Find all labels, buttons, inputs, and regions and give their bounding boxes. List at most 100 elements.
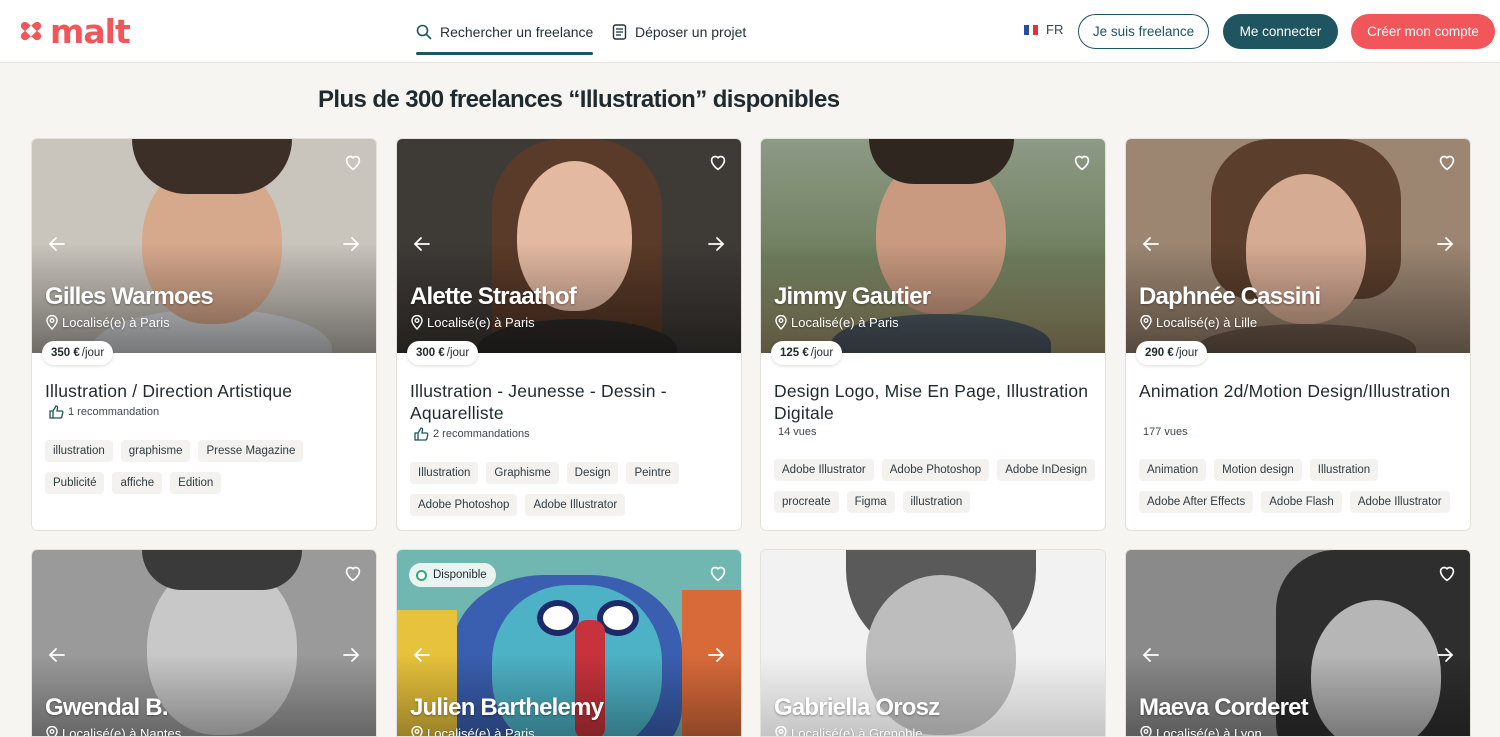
skill-tag[interactable]: Edition [170, 472, 222, 494]
skill-tag[interactable]: Adobe Illustrator [774, 459, 874, 481]
skill-tags: Illustration Graphisme Design Peintre Ad… [410, 462, 732, 516]
badge-text: Disponible [433, 569, 487, 581]
location-pin-icon [46, 315, 58, 330]
language-code: FR [1046, 22, 1064, 37]
freelancer-card[interactable]: Alette Straathof Localisé(e) à Paris 300… [396, 138, 742, 531]
location-pin-icon [775, 726, 787, 736]
skill-tag[interactable]: procreate [774, 491, 839, 513]
meta-text: 14 vues [778, 426, 817, 438]
profile-views: 14 vues [778, 426, 817, 438]
freelancer-card[interactable]: Disponible Julien Barthelemy Localisé(e)… [396, 549, 742, 737]
skill-tag[interactable]: Adobe Illustrator [525, 494, 626, 516]
skill-tag[interactable]: Design [566, 462, 619, 484]
freelancer-card[interactable]: Gilles Warmoes Localisé(e) à Paris 350 €… [31, 138, 377, 531]
thumbs-up-icon [49, 405, 64, 419]
arrow-left-icon[interactable] [413, 646, 431, 664]
arrow-left-icon[interactable] [48, 646, 66, 664]
heart-icon[interactable] [1436, 562, 1458, 584]
location-text: Localisé(e) à Paris [791, 315, 899, 330]
location-pin-icon [411, 315, 423, 330]
arrow-right-icon[interactable] [342, 646, 360, 664]
price-unit: /jour [810, 347, 834, 359]
meta-text: 2 recommandations [433, 428, 530, 440]
heart-icon[interactable] [707, 562, 729, 584]
skill-tag[interactable]: Animation [1139, 459, 1207, 481]
heart-icon[interactable] [707, 151, 729, 173]
arrow-right-icon[interactable] [707, 646, 725, 664]
arrow-left-icon[interactable] [413, 235, 431, 253]
skill-tag[interactable]: graphisme [120, 440, 191, 462]
skill-tag[interactable]: Adobe Flash [1261, 491, 1342, 513]
page-title: Plus de 300 freelances “Illustration” di… [318, 86, 840, 113]
arrow-right-icon[interactable] [342, 235, 360, 253]
meta-text: 177 vues [1143, 426, 1188, 438]
price-value: 125 € [780, 347, 809, 359]
skill-tag[interactable]: affiche [112, 472, 163, 494]
location-text: Localisé(e) à Grenoble [791, 726, 923, 737]
skill-tag[interactable]: Adobe InDesign [997, 459, 1096, 481]
skill-tag[interactable]: Adobe Photoshop [881, 459, 990, 481]
heart-icon[interactable] [1071, 151, 1093, 173]
skill-tag[interactable]: Presse Magazine [198, 440, 304, 462]
freelancer-card[interactable]: Gwendal B. Localisé(e) à Nantes [31, 549, 377, 737]
freelancer-headline: Illustration / Direction Artistique [45, 381, 293, 401]
heart-icon[interactable] [342, 151, 364, 173]
location-text: Localisé(e) à Paris [427, 315, 535, 330]
available-dot-icon [416, 569, 427, 581]
freelancer-card[interactable]: Maeva Corderet Localisé(e) à Lyon [1125, 549, 1471, 737]
location-text: Localisé(e) à Paris [62, 315, 170, 330]
freelancer-name: Gwendal B. [45, 694, 169, 721]
i-am-freelance-button[interactable]: Je suis freelance [1078, 14, 1209, 49]
freelancer-card[interactable]: Daphnée Cassini Localisé(e) à Lille 290 … [1125, 138, 1471, 531]
arrow-left-icon[interactable] [1142, 235, 1160, 253]
skill-tag[interactable]: illustration [45, 440, 113, 462]
skill-tag[interactable]: Graphisme [486, 462, 559, 484]
skill-tag[interactable]: illustration [902, 491, 971, 513]
freelancer-card[interactable]: Jimmy Gautier Localisé(e) à Paris 125 € /… [760, 138, 1106, 531]
skill-tag[interactable]: Adobe Illustrator [1349, 491, 1450, 513]
freelancer-name: Gilles Warmoes [45, 283, 214, 310]
skill-tag[interactable]: Illustration [1309, 459, 1379, 481]
location-text: Localisé(e) à Lille [1156, 315, 1258, 330]
location-pin-icon [46, 726, 58, 736]
arrow-left-icon[interactable] [48, 235, 66, 253]
nav-post-project[interactable]: Déposer un projet [612, 0, 746, 63]
daily-rate: 300 €/jour [407, 341, 479, 365]
price-unit: /jour [81, 347, 105, 359]
nav-search-freelance[interactable]: Rechercher un freelance [416, 0, 594, 63]
freelancer-location: Localisé(e) à Grenoble [775, 726, 923, 737]
login-button[interactable]: Me connecter [1223, 14, 1338, 49]
freelancer-name: Jimmy Gautier [774, 283, 931, 310]
price-value: 350 € [51, 347, 80, 359]
arrow-right-icon[interactable] [1436, 235, 1454, 253]
heart-icon[interactable] [342, 562, 364, 584]
arrow-right-icon[interactable] [707, 235, 725, 253]
freelancer-card[interactable]: Gabriella Orosz Localisé(e) à Grenoble [760, 549, 1106, 737]
nav-search-label: Rechercher un freelance [440, 23, 594, 40]
arrow-right-icon[interactable] [1436, 646, 1454, 664]
freelancer-location: Localisé(e) à Paris [411, 315, 535, 330]
price-value: 300 € [416, 347, 445, 359]
recommendations: 1 recommandation [49, 405, 159, 419]
freelancer-location: Localisé(e) à Paris [46, 315, 170, 330]
skill-tags: illustration graphisme Presse Magazine P… [45, 440, 367, 494]
language-selector[interactable]: FR [1024, 22, 1063, 37]
skill-tag[interactable]: Illustration [410, 462, 479, 484]
price-unit: /jour [446, 347, 470, 359]
location-text: Localisé(e) à Paris [427, 726, 535, 737]
signup-button[interactable]: Créer mon compte [1351, 14, 1495, 49]
skill-tags: Adobe Illustrator Adobe Photoshop Adobe … [774, 459, 1096, 513]
document-icon [612, 23, 627, 40]
skill-tag[interactable]: Motion design [1214, 459, 1302, 481]
skill-tag[interactable]: Adobe Photoshop [410, 494, 518, 516]
profile-views: 177 vues [1143, 426, 1188, 438]
skill-tag[interactable]: Adobe After Effects [1139, 491, 1254, 513]
heart-icon[interactable] [1436, 151, 1458, 173]
skill-tag[interactable]: Peintre [626, 462, 679, 484]
freelancer-name: Julien Barthelemy [410, 694, 604, 721]
arrow-left-icon[interactable] [1142, 646, 1160, 664]
skill-tag[interactable]: Figma [846, 491, 895, 513]
malt-logo[interactable]: malt [16, 12, 131, 50]
skill-tag[interactable]: Publicité [45, 472, 105, 494]
search-icon [416, 24, 432, 39]
